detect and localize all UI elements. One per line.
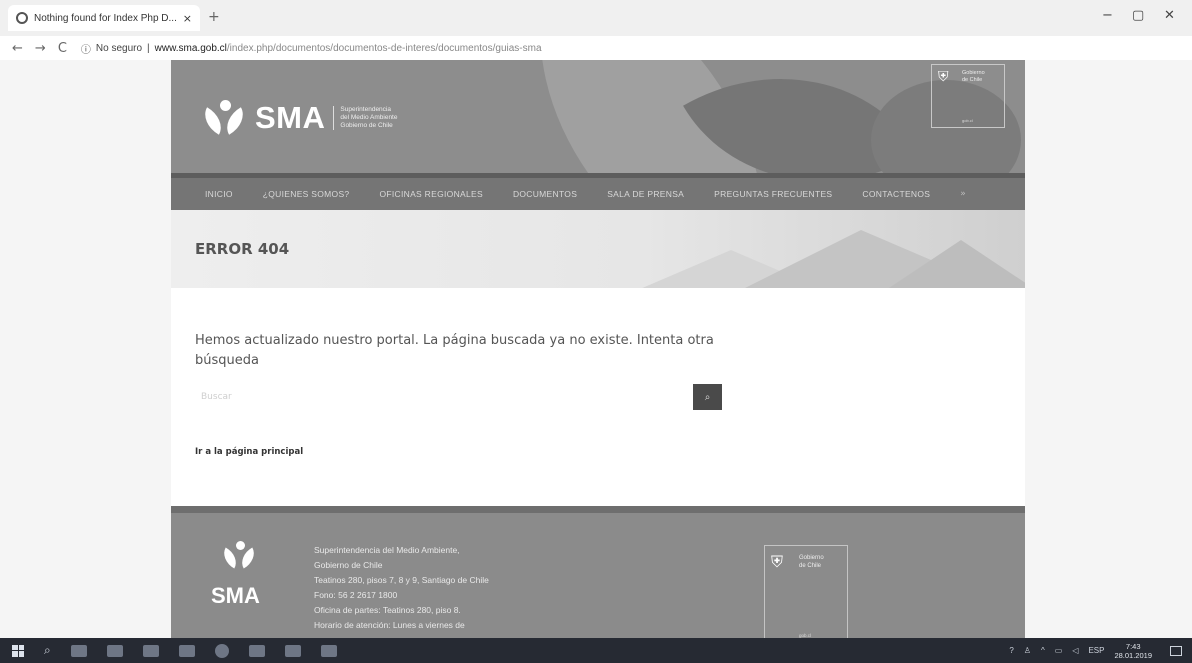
footer-gobierno-badge[interactable]: ⛨ Gobierno de Chile gob.cl [764, 545, 848, 638]
sma-footer-leaf-icon [218, 541, 263, 569]
address-bar: ← → C ⓘ No seguro | www.sma.gob.cl/index… [0, 36, 1192, 91]
chile-crest-icon: ⛨ [771, 552, 784, 571]
notifications-icon[interactable] [1170, 645, 1182, 656]
gov-badge-foot: gob.cl [962, 118, 973, 123]
close-window-button[interactable]: ✕ [1164, 8, 1175, 23]
outlook-icon[interactable] [106, 644, 123, 657]
clock[interactable]: 7:43 28.01.2019 [1114, 642, 1152, 660]
minimize-button[interactable]: − [1102, 8, 1113, 23]
sma-leaf-icon [198, 100, 253, 136]
info-icon[interactable]: ⓘ [81, 41, 91, 56]
tab-title: Nothing found for Index Php D... [34, 12, 177, 24]
nav-item-inicio[interactable]: INICIO [205, 189, 233, 199]
security-label: No seguro [95, 42, 143, 54]
maximize-button[interactable]: ▢ [1132, 8, 1144, 23]
browser-tab[interactable]: Nothing found for Index Php D... × [8, 5, 200, 31]
nav-item-sala-de-prensa[interactable]: SALA DE PRENSA [607, 189, 684, 199]
nav-item-contactenos[interactable]: CONTACTENOS [862, 189, 930, 199]
footer-address: Superintendencia del Medio Ambiente, Gob… [314, 545, 489, 630]
powerpoint-icon[interactable] [284, 644, 301, 657]
favicon-icon [16, 12, 28, 24]
forward-button[interactable]: → [35, 41, 46, 56]
main-nav: INICIO ¿QUIENES SOMOS? OFICINAS REGIONAL… [171, 173, 1025, 210]
word-icon[interactable] [142, 644, 159, 657]
search-button[interactable]: ⌕ [693, 384, 722, 410]
logo-text: SMA [255, 100, 326, 135]
page-title: ERROR 404 [195, 240, 290, 258]
error-message: Hemos actualizado nuestro portal. La pág… [195, 333, 714, 368]
url-path: /index.php/documentos/documentos-de-inte… [226, 42, 542, 54]
logo-subtitle: Superintendencia del Medio Ambiente Gobi… [333, 106, 397, 130]
windows-start-icon[interactable] [12, 644, 24, 657]
people-icon[interactable]: ♙ [1024, 646, 1031, 655]
page-viewport: SMA Superintendencia del Medio Ambiente … [0, 60, 1192, 638]
excel-icon[interactable] [248, 644, 265, 657]
error-banner: ERROR 404 [171, 210, 1025, 288]
help-icon[interactable]: ? [1009, 646, 1013, 655]
nav-item-oficinas-regionales[interactable]: OFICINAS REGIONALES [379, 189, 482, 199]
system-tray: ? ♙ ^ ▭ ◁ ESP 7:43 28.01.2019 [1009, 638, 1192, 663]
nav-item-documentos[interactable]: DOCUMENTOS [513, 189, 577, 199]
mountain-decoration-3 [871, 240, 1025, 288]
nav-more-icon[interactable]: » [960, 189, 966, 199]
main-content: Hemos actualizado nuestro portal. La pág… [171, 288, 1025, 506]
back-button[interactable]: ← [12, 41, 23, 56]
url-domain: www.sma.gob.cl [154, 42, 227, 54]
reload-button[interactable]: C [58, 41, 67, 56]
tab-close-button[interactable]: × [183, 12, 192, 25]
sma-logo[interactable]: SMA Superintendencia del Medio Ambiente … [198, 100, 397, 136]
nav-item-preguntas-frecuentes[interactable]: PREGUNTAS FRECUENTES [714, 189, 832, 199]
search-icon: ⌕ [704, 391, 711, 403]
home-link[interactable]: Ir a la página principal [195, 447, 303, 457]
volume-icon[interactable]: ◁ [1072, 646, 1078, 655]
nav-item-quienes-somos[interactable]: ¿QUIENES SOMOS? [263, 189, 350, 199]
show-hidden-icons-icon[interactable]: ^ [1041, 646, 1045, 655]
site-container: SMA Superintendencia del Medio Ambiente … [171, 60, 1025, 638]
search-icon[interactable]: ⌕ [44, 643, 51, 658]
url-separator: | [147, 42, 150, 54]
search-input[interactable] [195, 384, 695, 410]
chile-crest-icon: ⛨ [938, 69, 949, 85]
tab-strip: Nothing found for Index Php D... × + − ▢… [0, 0, 1192, 36]
task-view-icon[interactable] [70, 644, 87, 657]
app-icon[interactable] [320, 644, 337, 657]
file-explorer-icon[interactable] [178, 644, 195, 657]
url-field[interactable]: ⓘ No seguro | www.sma.gob.cl/index.php/d… [81, 41, 542, 56]
chrome-icon[interactable] [214, 643, 229, 658]
gobierno-badge[interactable]: ⛨ Gobierno de Chile gob.cl [931, 64, 1005, 128]
language-indicator[interactable]: ESP [1088, 646, 1104, 655]
site-footer: SMA Superintendencia del Medio Ambiente,… [171, 506, 1025, 638]
new-tab-button[interactable]: + [208, 9, 220, 25]
windows-taskbar: ⌕ ? ♙ ^ ▭ ◁ ESP 7:43 28.01.2019 [0, 638, 1192, 663]
site-header: SMA Superintendencia del Medio Ambiente … [171, 60, 1025, 173]
battery-icon[interactable]: ▭ [1055, 646, 1063, 655]
gov-badge-text: Gobierno de Chile [962, 70, 985, 83]
footer-gov-badge-text: Gobierno de Chile [799, 555, 824, 569]
footer-logo-text: SMA [211, 583, 260, 608]
